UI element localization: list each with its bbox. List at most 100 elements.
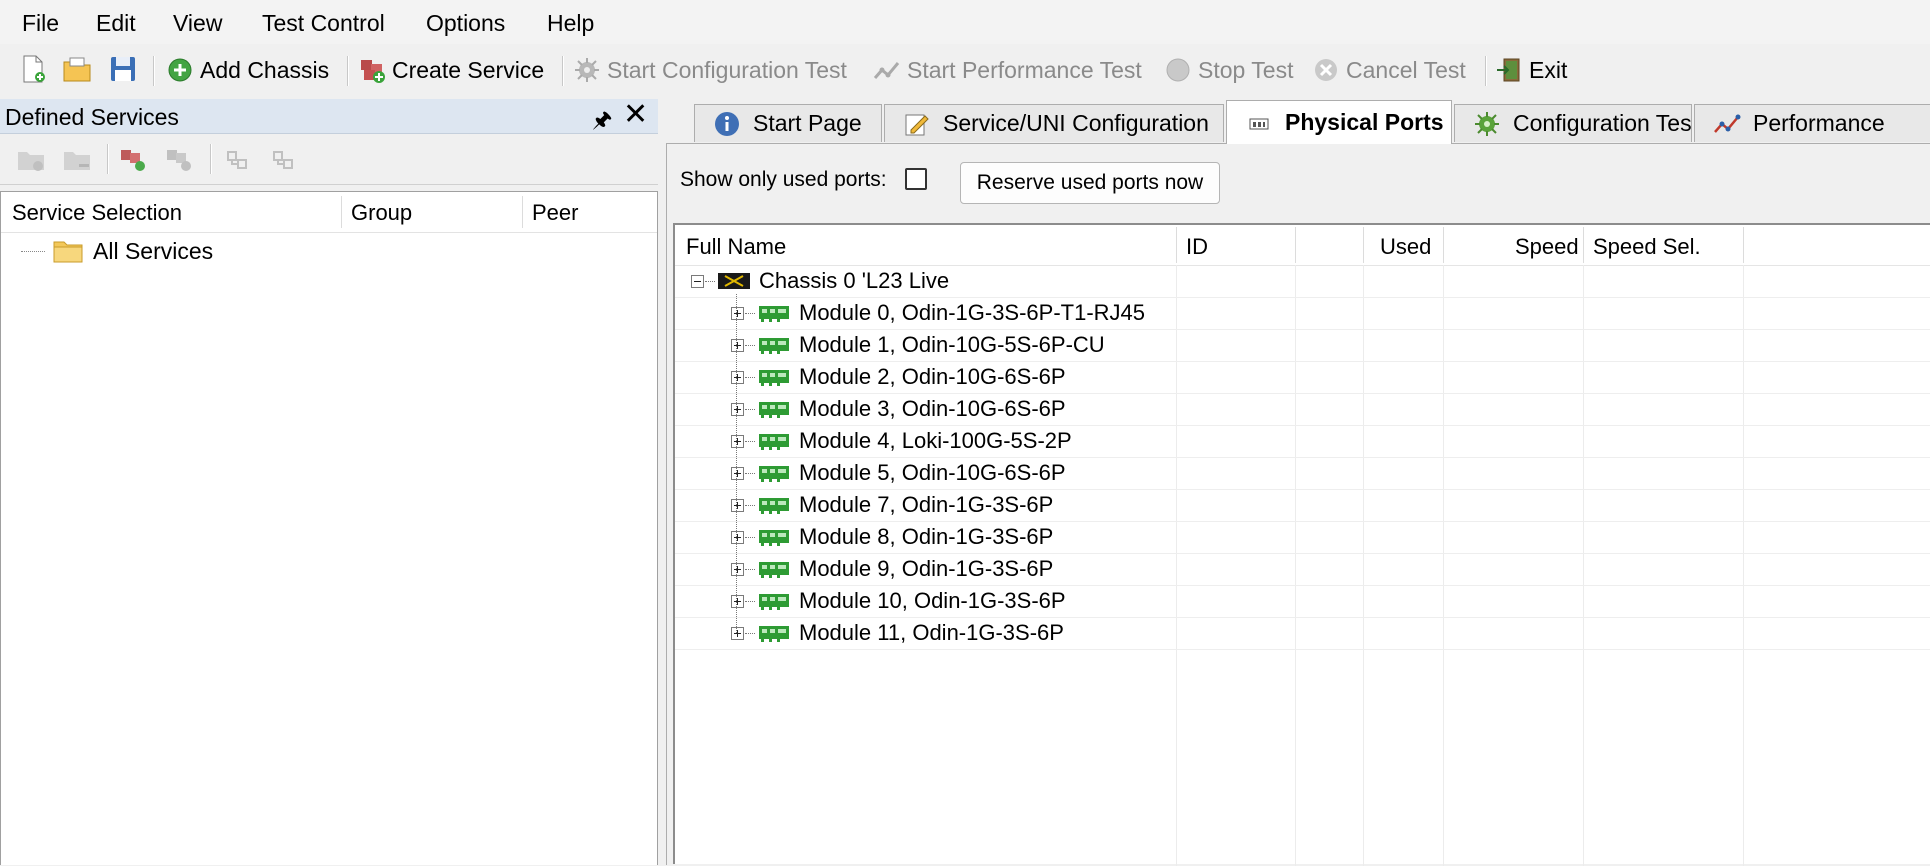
module-card-icon [759,562,789,578]
column-full-name[interactable]: Full Name [686,234,786,260]
menu-bar: File Edit View Test Control Options Help [0,0,1930,44]
start-performance-test-label: Start Performance Test [907,56,1142,83]
module-row[interactable]: Module 2, Odin-10G-6S-6P [675,361,1930,394]
module-label: Module 2, Odin-10G-6S-6P [799,364,1066,389]
services-tree: Service Selection Group Peer All Service… [0,191,658,865]
module-row[interactable]: Module 3, Odin-10G-6S-6P [675,393,1930,426]
module-label: Module 1, Odin-10G-5S-6P-CU [799,332,1105,357]
reserve-used-ports-button[interactable]: Reserve used ports now [960,162,1220,204]
add-service-icon[interactable] [118,146,148,174]
tab-configuration-test-label: Configuration Test [1513,110,1692,136]
collapse-icon[interactable] [691,275,704,288]
ports-grid: Full Name ID Used Speed Speed Sel. Chass… [673,223,1930,866]
module-row[interactable]: Module 1, Odin-10G-5S-6P-CU [675,329,1930,362]
expand-icon[interactable] [731,435,744,448]
tab-configuration-test[interactable]: Configuration Test [1454,104,1692,142]
remove-peer-icon[interactable] [270,146,300,174]
module-card-icon [759,370,789,386]
chassis-icon [718,273,750,289]
remove-folder-icon[interactable] [62,146,92,174]
tab-start-page[interactable]: Start Page [694,104,882,142]
add-folder-icon[interactable] [16,146,46,174]
module-row[interactable]: Module 7, Odin-1G-3S-6P [675,489,1930,522]
remove-service-icon[interactable] [164,146,194,174]
menu-help[interactable]: Help [547,10,594,37]
open-file-icon[interactable] [62,54,92,84]
column-service-selection[interactable]: Service Selection [12,200,182,226]
create-service-button[interactable]: Create Service [358,54,544,86]
module-row[interactable]: Module 8, Odin-1G-3S-6P [675,521,1930,554]
column-id[interactable]: ID [1186,234,1208,260]
column-speed-sel[interactable]: Speed Sel. [1593,234,1701,260]
module-row[interactable]: Module 0, Odin-1G-3S-6P-T1-RJ45 [675,297,1930,330]
expand-icon[interactable] [731,595,744,608]
create-service-label: Create Service [392,56,545,83]
tree-connector [736,294,737,633]
tab-performance[interactable]: Performance [1694,104,1930,142]
gear-bug-icon [1475,111,1499,136]
cancel-test-button[interactable]: Cancel Test [1312,54,1466,86]
module-label: Module 7, Odin-1G-3S-6P [799,492,1054,517]
performance-chart-icon [1714,114,1741,133]
info-icon [715,111,739,136]
defined-services-title-bar: Defined Services 🖈 ✕ [0,99,658,134]
expand-icon[interactable] [731,563,744,576]
expand-icon[interactable] [731,403,744,416]
expand-icon[interactable] [731,467,744,480]
menu-test-control[interactable]: Test Control [262,10,385,37]
module-row[interactable]: Module 5, Odin-10G-6S-6P [675,457,1930,490]
tab-start-page-label: Start Page [753,110,862,136]
expand-icon[interactable] [731,371,744,384]
module-row[interactable]: Module 10, Odin-1G-3S-6P [675,585,1930,618]
module-label: Module 11, Odin-1G-3S-6P [799,620,1064,645]
tab-service-uni-configuration-label: Service/UNI Configuration [943,110,1209,136]
expand-icon[interactable] [731,307,744,320]
module-label: Module 5, Odin-10G-6S-6P [799,460,1066,485]
services-header: Service Selection Group Peer [1,192,657,233]
add-chassis-button[interactable]: Add Chassis [166,54,329,86]
expand-icon[interactable] [731,499,744,512]
close-icon[interactable]: ✕ [623,99,648,131]
module-card-icon [759,530,789,546]
ports-icon [1249,118,1269,129]
module-card-icon [759,626,789,642]
stop-test-label: Stop Test [1198,56,1294,83]
main-toolbar: Add Chassis Create Service Start Configu… [0,44,1930,96]
module-row[interactable]: Module 11, Odin-1G-3S-6P [675,617,1930,650]
module-row[interactable]: Module 4, Loki-100G-5S-2P [675,425,1930,458]
start-performance-test-button[interactable]: Start Performance Test [873,54,1142,86]
expand-icon[interactable] [731,339,744,352]
module-label: Module 4, Loki-100G-5S-2P [799,428,1072,453]
module-label: Module 8, Odin-1G-3S-6P [799,524,1054,549]
show-only-used-checkbox[interactable] [905,168,927,190]
new-file-icon[interactable] [18,54,48,84]
tab-physical-ports[interactable]: Physical Ports [1226,100,1452,144]
menu-edit[interactable]: Edit [96,10,136,37]
module-card-icon [759,594,789,610]
panel-splitter[interactable] [658,96,666,864]
expand-icon[interactable] [731,627,744,640]
menu-view[interactable]: View [173,10,222,37]
module-card-icon [759,498,789,514]
column-group[interactable]: Group [351,200,412,226]
column-used[interactable]: Used [1380,234,1431,260]
column-speed[interactable]: Speed [1515,234,1579,260]
stop-test-button[interactable]: Stop Test [1164,54,1293,86]
exit-label: Exit [1529,56,1568,83]
expand-icon[interactable] [731,531,744,544]
exit-button[interactable]: Exit [1495,54,1567,86]
module-label: Module 0, Odin-1G-3S-6P-T1-RJ45 [799,300,1146,325]
module-row[interactable]: Module 9, Odin-1G-3S-6P [675,553,1930,586]
tab-physical-ports-label: Physical Ports [1285,109,1444,135]
column-peer[interactable]: Peer [532,200,578,226]
exit-door-icon [1497,58,1520,82]
menu-file[interactable]: File [22,10,59,37]
menu-options[interactable]: Options [426,10,505,37]
save-icon[interactable] [108,54,138,84]
add-peer-icon[interactable] [224,146,254,174]
chassis-label: Chassis 0 'L23 Live [759,268,950,293]
tree-item-all-services[interactable]: All Services [21,236,213,266]
chassis-row[interactable]: Chassis 0 'L23 Live [675,265,1930,298]
start-configuration-test-button[interactable]: Start Configuration Test [573,54,847,86]
tab-service-uni-configuration[interactable]: Service/UNI Configuration [884,104,1224,142]
